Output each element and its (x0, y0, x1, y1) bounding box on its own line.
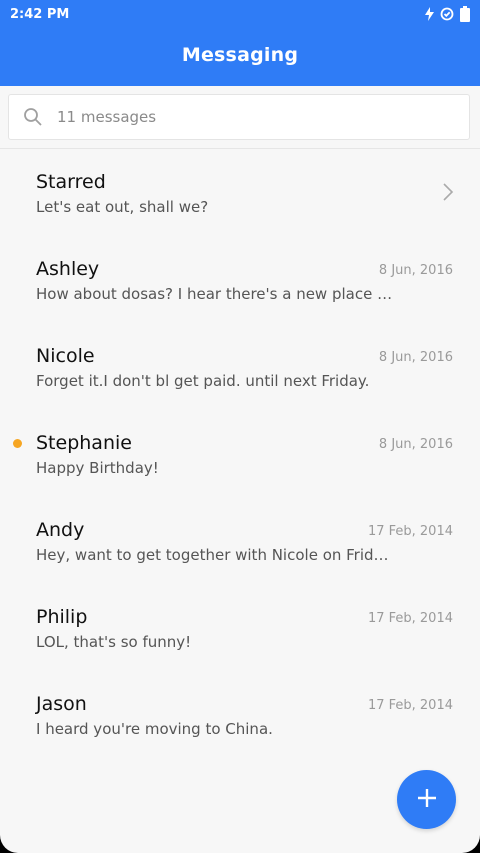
conversation-item-andy[interactable]: Andy 17 Feb, 2014 Hey, want to get toget… (0, 498, 480, 585)
conversation-item-starred[interactable]: Starred Let's eat out, shall we? (0, 150, 480, 237)
conversation-name: Stephanie (36, 432, 132, 454)
conversation-item-stephanie[interactable]: Stephanie 8 Jun, 2016 Happy Birthday! (0, 411, 480, 498)
conversation-date: 8 Jun, 2016 (378, 350, 453, 365)
new-message-button[interactable] (397, 770, 456, 829)
conversation-preview: Let's eat out, shall we? (36, 198, 209, 216)
conversation-date: 17 Feb, 2014 (367, 698, 453, 713)
search-icon (23, 107, 43, 127)
conversation-date: 8 Jun, 2016 (378, 263, 453, 278)
conversation-item-ashley[interactable]: Ashley 8 Jun, 2016 How about dosas? I he… (0, 237, 480, 324)
search-input[interactable] (55, 107, 439, 127)
conversation-preview: Forget it.I don't bl get paid. until nex… (36, 372, 370, 390)
conversation-preview: How about dosas? I hear there's a new pl… (36, 285, 396, 303)
conversation-preview: LOL, that's so funny! (36, 633, 192, 651)
unread-indicator (13, 439, 22, 448)
conversation-list: Starred Let's eat out, shall we? Ashley … (0, 150, 480, 759)
app-bar: 2:42 PM Messaging (0, 0, 480, 86)
messaging-screen: 2:42 PM Messaging Starred Let's (0, 0, 480, 853)
plus-icon (416, 787, 438, 813)
conversation-preview: Happy Birthday! (36, 459, 159, 477)
status-icons (425, 6, 470, 22)
status-time: 2:42 PM (10, 6, 70, 22)
conversation-date: 8 Jun, 2016 (378, 437, 453, 452)
search-bar[interactable] (8, 94, 470, 140)
conversation-date: 17 Feb, 2014 (367, 611, 453, 626)
conversation-name: Starred (36, 171, 106, 193)
conversation-item-jason[interactable]: Jason 17 Feb, 2014 I heard you're moving… (0, 672, 480, 759)
conversation-preview: I heard you're moving to China. (36, 720, 273, 738)
conversation-name: Jason (36, 693, 87, 715)
conversation-name: Nicole (36, 345, 95, 367)
conversation-date: 17 Feb, 2014 (367, 524, 453, 539)
conversation-name: Ashley (36, 258, 100, 280)
battery-icon (460, 6, 470, 22)
app-title: Messaging (181, 44, 299, 66)
conversation-preview: Hey, want to get together with Nicole on… (36, 546, 396, 564)
conversation-item-philip[interactable]: Philip 17 Feb, 2014 LOL, that's so funny… (0, 585, 480, 672)
chevron-right-icon (442, 182, 454, 202)
status-bar: 2:42 PM (0, 0, 480, 28)
conversation-item-nicole[interactable]: Nicole 8 Jun, 2016 Forget it.I don't bl … (0, 324, 480, 411)
sync-icon (440, 7, 454, 21)
conversation-name: Philip (36, 606, 88, 628)
conversation-name: Andy (36, 519, 85, 541)
charging-bolt-icon (425, 7, 434, 21)
divider (0, 148, 480, 149)
